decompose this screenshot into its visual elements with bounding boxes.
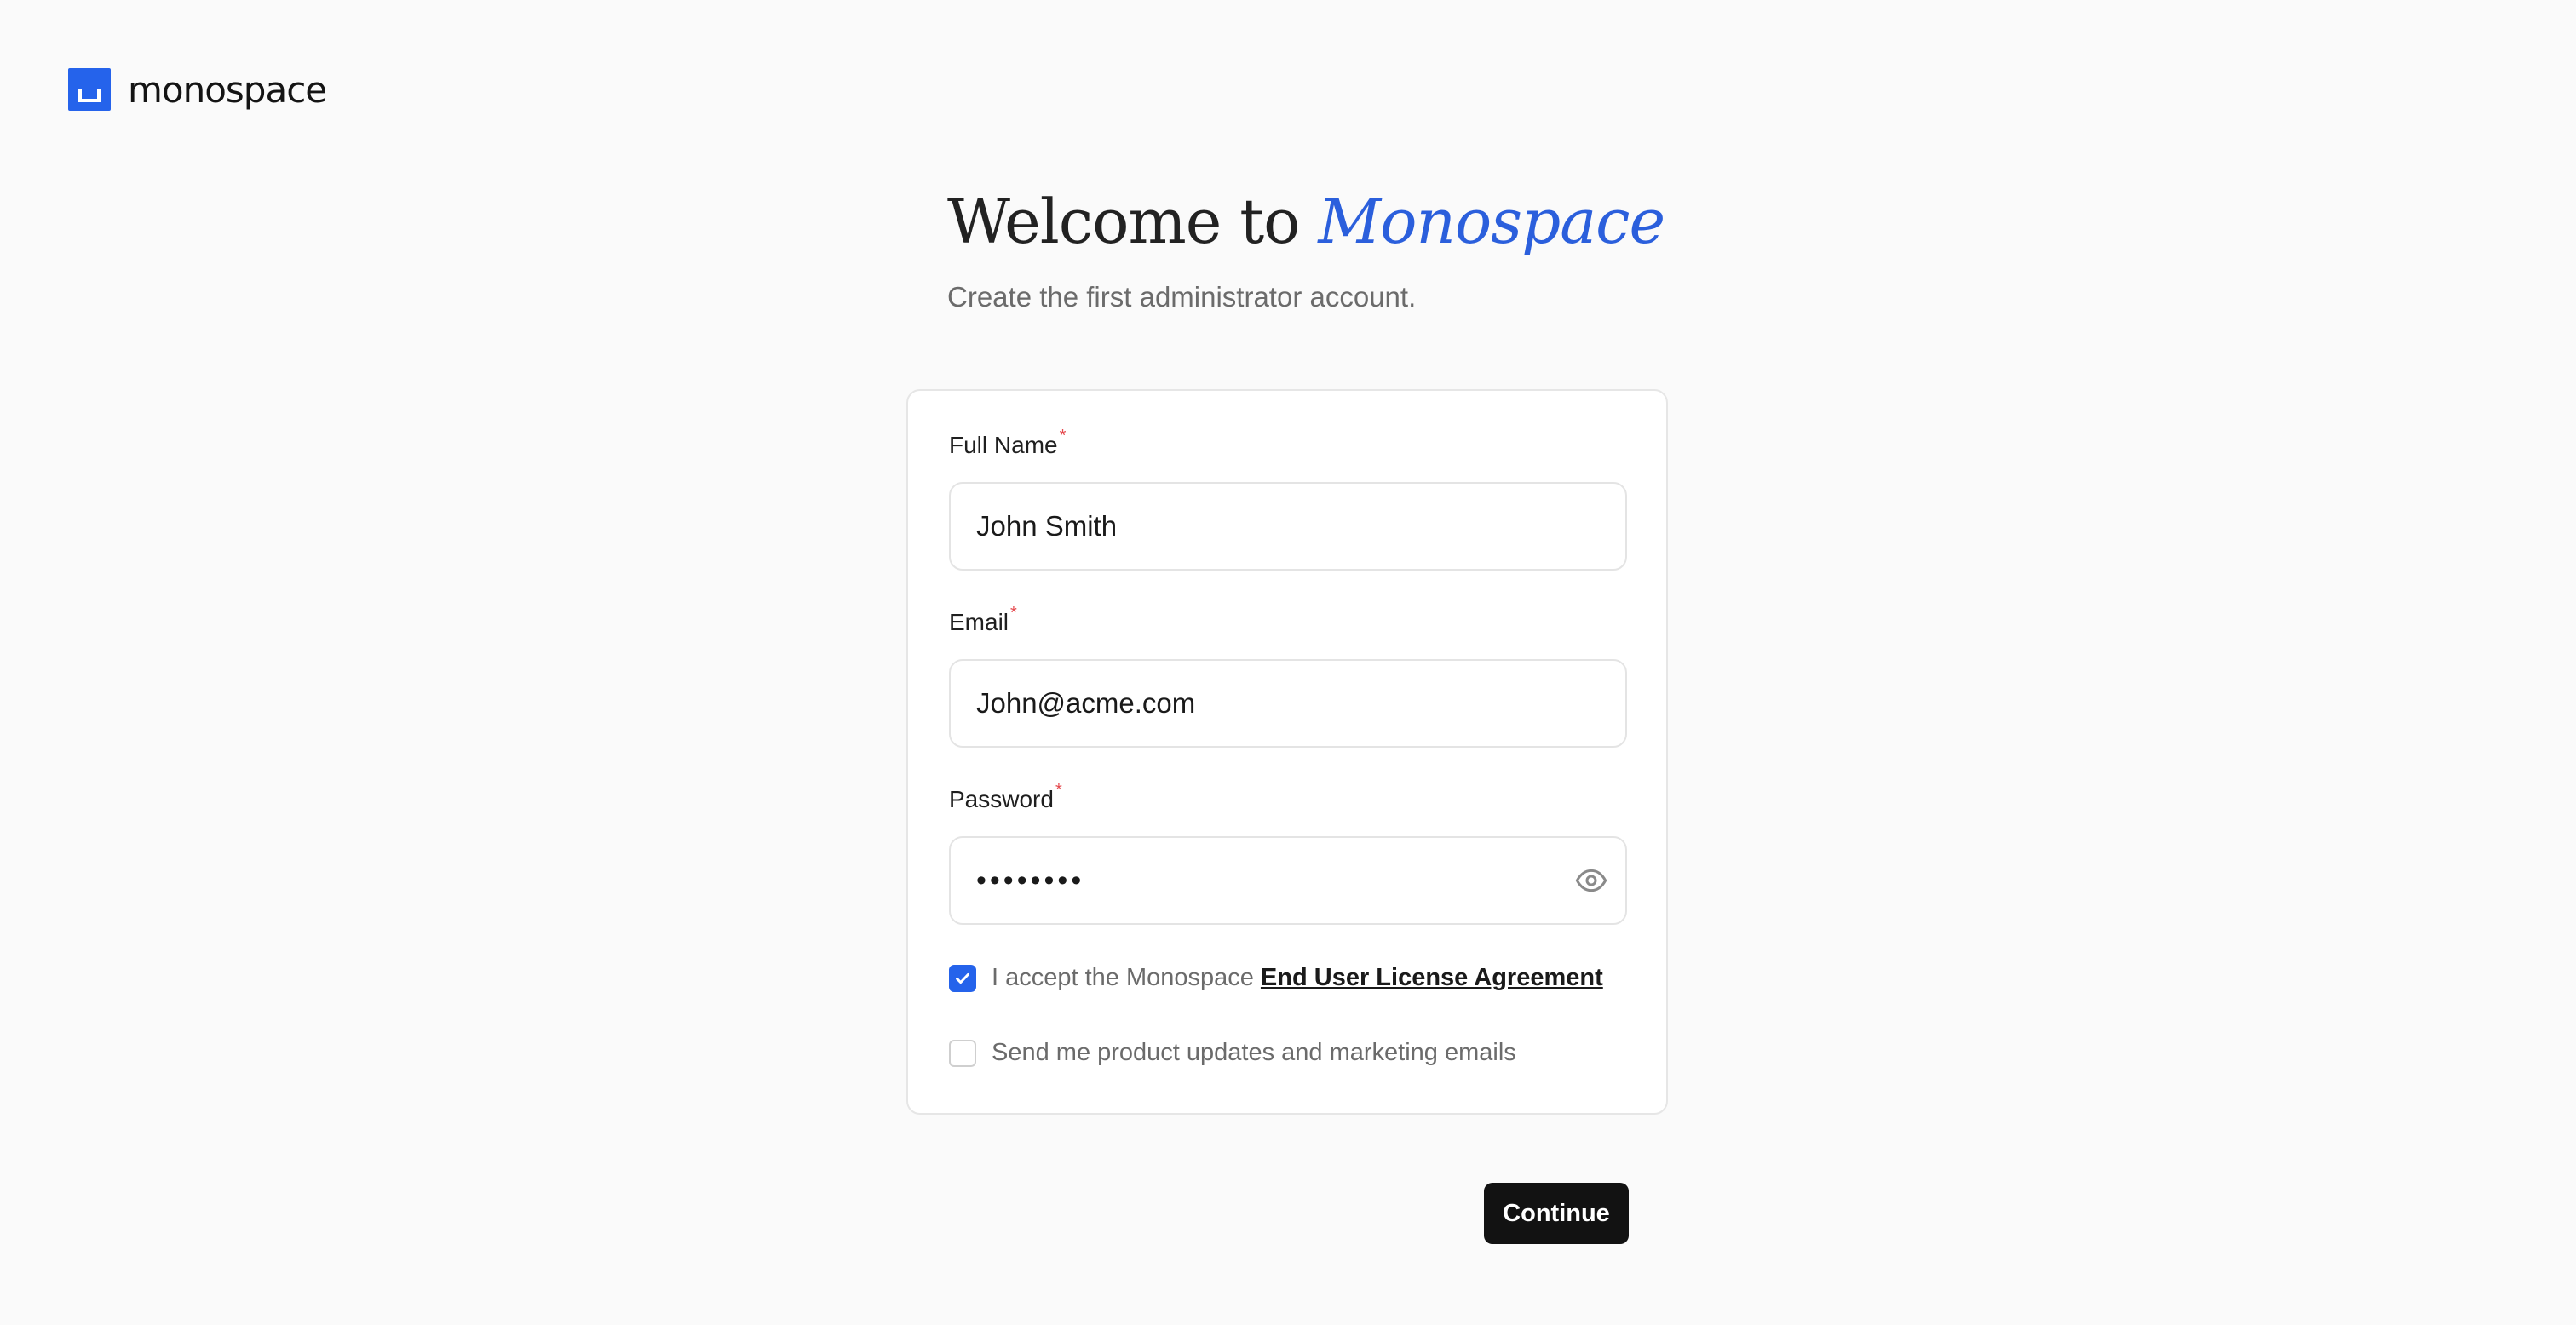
continue-button[interactable]: Continue [1484,1183,1629,1244]
brand: monospace [68,68,327,111]
email-value: John@acme.com [976,687,1196,719]
password-value: •••••••• [976,863,1085,897]
required-indicator: * [1055,781,1062,800]
email-input[interactable]: John@acme.com [949,659,1627,748]
marketing-checkbox[interactable] [949,1039,976,1067]
marketing-text: Send me product updates and marketing em… [992,1039,1516,1066]
eula-row: I accept the Monospace End User License A… [949,964,1603,992]
required-indicator: * [1059,427,1067,445]
eula-link[interactable]: End User License Agreement [1261,964,1603,991]
page-title-accent: Monospace [1318,186,1665,257]
marketing-row: Send me product updates and marketing em… [949,1039,1516,1067]
email-label: Email * [949,604,1017,636]
full-name-input[interactable]: John Smith [949,482,1627,571]
password-input[interactable]: •••••••• [949,836,1627,925]
full-name-label: Full Name * [949,427,1066,459]
eula-text: I accept the Monospace [992,964,1254,991]
page-title-prefix: Welcome to [947,186,1300,257]
full-name-value: John Smith [976,510,1118,542]
signup-card: Full Name * John Smith Email * John@acme.c… [906,389,1668,1115]
page-subtitle: Create the first administrator account. [947,281,1417,313]
eye-icon[interactable] [1574,863,1608,898]
password-label: Password * [949,781,1062,813]
page-title: Welcome to Monospace [947,186,1665,257]
full-name-label-text: Full Name [949,432,1058,458]
brand-name: monospace [128,68,327,111]
monospace-logo-icon [68,68,111,111]
check-icon [956,972,969,984]
eula-checkbox[interactable] [949,964,976,992]
email-label-text: Email [949,609,1009,635]
required-indicator: * [1010,604,1017,622]
password-label-text: Password [949,786,1054,812]
